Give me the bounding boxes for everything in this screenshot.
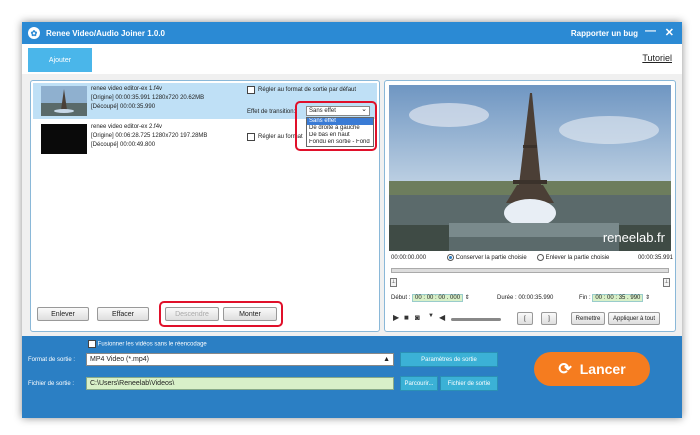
default-format-checkbox[interactable]: [247, 86, 255, 94]
start-time-label: 00:00:00.000: [391, 255, 427, 261]
keep-part-label: Conserver la partie choisie: [455, 255, 527, 262]
tutorial-link[interactable]: Tutoriel: [642, 53, 672, 63]
file-info: renee video editor-ex 1.f4v [Origine] 00…: [91, 85, 204, 112]
format-label: Format de sortie :: [28, 357, 76, 363]
duration-label: Durée : 00:00:35.990: [497, 295, 554, 301]
minimize-button[interactable]: —: [645, 25, 656, 37]
volume-slider[interactable]: [451, 318, 501, 321]
debut-label: Début :: [391, 295, 411, 301]
merge-label: Fusionner les vidéos sans le réencodage: [97, 341, 207, 348]
set-end-button[interactable]: ]: [541, 312, 557, 325]
camera-icon[interactable]: ◙: [415, 313, 420, 322]
play-icon[interactable]: ▶: [393, 313, 399, 322]
fin-stepper-icon[interactable]: ⇕: [645, 295, 650, 301]
file-name: renee video editor-ex 2.f4v: [91, 124, 163, 130]
main-content: renee video editor-ex 1.f4v [Origine] 00…: [22, 74, 682, 336]
output-bar: Fusionner les vidéos sans le réencodage …: [22, 336, 682, 418]
file-origin-info: [Origine] 00:06:28.725 1280x720 197.28MB: [91, 133, 208, 139]
output-folder-input[interactable]: C:\Users\Reneelab\Videos\: [86, 377, 394, 390]
format-value: MP4 Video (*.mp4): [90, 356, 150, 363]
add-button[interactable]: Ajouter: [28, 48, 92, 72]
default-format-label: Régler au format de sortie par défaut: [258, 87, 357, 93]
keep-part-option[interactable]: Conserver la partie choisie: [447, 254, 527, 261]
start-button[interactable]: ⟳ Lancer: [534, 352, 650, 386]
set-start-button[interactable]: [: [517, 312, 533, 325]
transition-label: Effet de transition:: [247, 109, 296, 115]
title-bar: ✿ Renee Video/Audio Joiner 1.0.0 Rapport…: [22, 22, 682, 44]
apply-all-button[interactable]: Appliquer à tout: [608, 312, 660, 325]
fin-label: Fin :: [579, 295, 591, 301]
camera-dropdown-icon[interactable]: ▼: [428, 313, 434, 319]
remove-part-label: Enlever la partie choisie: [545, 255, 610, 262]
output-settings-button[interactable]: Paramètres de sortie: [400, 352, 498, 367]
timeline-track[interactable]: [391, 268, 669, 273]
end-time-editor[interactable]: Fin : 00 : 00 : 35 . 990 ⇕: [579, 294, 650, 302]
refresh-icon: ⟳: [558, 361, 572, 378]
debut-stepper-icon[interactable]: ⇕: [465, 295, 470, 301]
file-list-panel: renee video editor-ex 1.f4v [Origine] 00…: [30, 80, 380, 332]
preview-panel: reneelab.fr 00:00:00.000 Conserver la pa…: [384, 80, 676, 332]
file-origin-info: [Origine] 00:00:35.991 1280x720 20.62MB: [91, 95, 205, 101]
open-output-folder-button[interactable]: Fichier de sortie: [440, 376, 498, 391]
start-time-editor[interactable]: Début : 00 : 00 : 00 . 000 ⇕: [391, 294, 470, 302]
file-cut-info: [Découpé] 00:00:35.990: [91, 104, 156, 110]
start-marker-handle[interactable]: ⊥: [390, 278, 397, 287]
close-button[interactable]: ✕: [665, 26, 674, 39]
keep-part-radio[interactable]: [447, 254, 454, 261]
remove-part-radio[interactable]: [537, 254, 544, 261]
toolbar: Ajouter Tutoriel: [22, 44, 682, 74]
video-preview: reneelab.fr: [389, 85, 671, 251]
video-thumbnail: [41, 86, 87, 116]
start-label: Lancer: [579, 361, 626, 377]
app-window: ✿ Renee Video/Audio Joiner 1.0.0 Rapport…: [22, 22, 682, 418]
debut-input[interactable]: 00 : 00 : 00 . 000: [412, 294, 464, 302]
clear-button[interactable]: Effacer: [97, 307, 149, 321]
folder-label: Fichier de sortie :: [28, 381, 75, 387]
video-thumbnail: [41, 124, 87, 154]
end-marker-handle[interactable]: ⊥: [663, 278, 670, 287]
reset-button[interactable]: Remettre: [571, 312, 605, 325]
end-time-label: 00:00:35.991: [637, 255, 673, 261]
format-select[interactable]: MP4 Video (*.mp4) ▲: [86, 353, 394, 366]
file-name: renee video editor-ex 1.f4v: [91, 86, 163, 92]
report-bug-link[interactable]: Rapporter un bug: [571, 29, 638, 38]
default-format-checkbox[interactable]: [247, 133, 255, 141]
caret-up-icon: ▲: [383, 356, 390, 363]
app-logo-icon: ✿: [28, 27, 40, 39]
default-format-option[interactable]: Régler au format de sortie par défaut: [247, 86, 356, 94]
highlight-box: [295, 101, 377, 151]
remove-button[interactable]: Enlever: [37, 307, 89, 321]
volume-icon[interactable]: ◀: [439, 313, 445, 322]
file-info: renee video editor-ex 2.f4v [Origine] 00…: [91, 123, 207, 150]
browse-button[interactable]: Parcourir...: [400, 376, 438, 391]
merge-checkbox[interactable]: [88, 340, 96, 348]
highlight-box: [159, 301, 283, 327]
app-title: Renee Video/Audio Joiner 1.0.0: [46, 28, 165, 38]
remove-part-option[interactable]: Enlever la partie choisie: [537, 254, 609, 261]
file-cut-info: [Découpé] 00:00:49.800: [91, 142, 156, 148]
merge-option[interactable]: Fusionner les vidéos sans le réencodage: [88, 340, 207, 348]
stop-icon[interactable]: ■: [404, 313, 409, 322]
video-watermark: reneelab.fr: [602, 230, 665, 245]
fin-input[interactable]: 00 : 00 : 35 . 990: [592, 294, 644, 302]
